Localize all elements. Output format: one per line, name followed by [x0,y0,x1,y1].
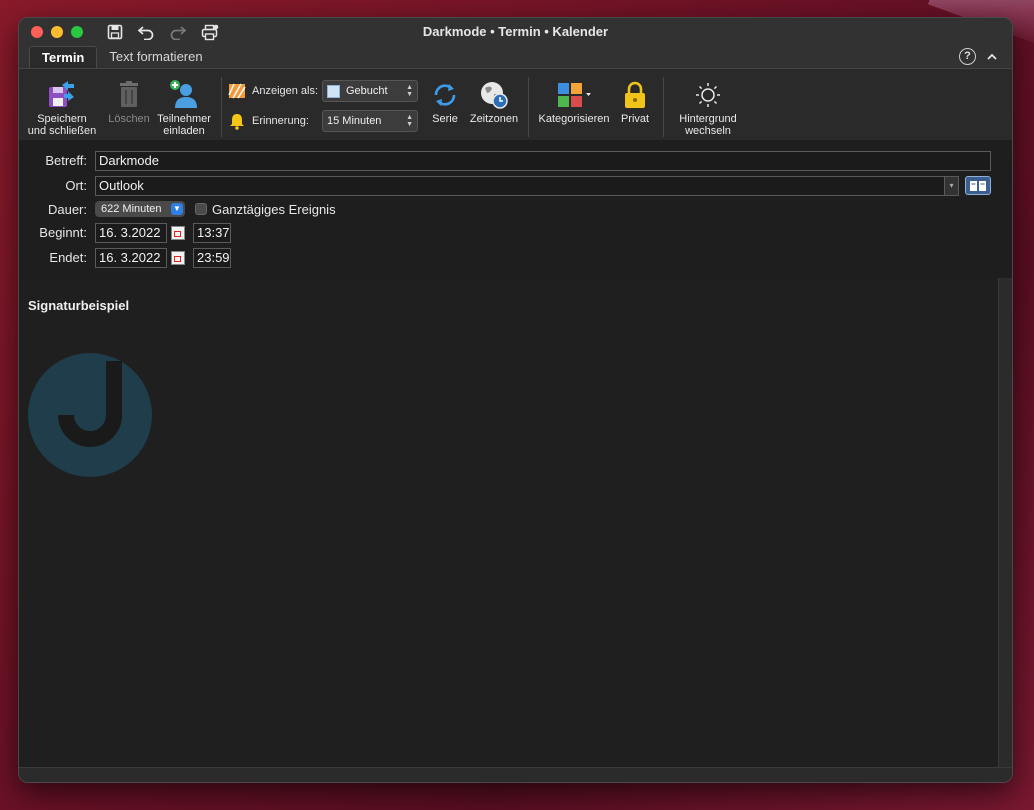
subject-input[interactable]: Darkmode [95,150,991,171]
undo-icon[interactable] [137,24,155,40]
series-button[interactable]: Serie [424,77,466,125]
location-dropdown-chevron-icon[interactable]: ▾ [945,175,959,196]
tab-termin[interactable]: Termin [29,46,98,68]
globe-clock-icon [481,82,508,109]
show-as-icon [228,83,246,99]
duration-select[interactable]: 622 Minuten ▼ [95,201,185,217]
start-time-input[interactable]: 13:37 [193,222,231,243]
show-as-reminder-group: Anzeigen als: Gebucht ▲ ▼ Erinnerung: 15 … [228,79,418,133]
close-window-button[interactable] [31,26,43,38]
ribbon-tabs: Termin Text formatieren ? [19,46,1012,68]
tab-text-formatieren[interactable]: Text formatieren [97,46,214,68]
recurrence-icon [434,84,456,106]
stepper-arrows-icon: ▲ ▼ [406,84,413,98]
title-bar: Darkmode • Termin • Kalender [19,18,1012,46]
ribbon-separator [221,77,222,137]
ribbon-tab-controls: ? [959,48,998,65]
event-form: Betreff: Darkmode Ort: Outlook ▾ Dauer: … [19,140,1012,279]
quick-access-toolbar [107,24,219,41]
allday-label: Ganztägiges Ereignis [212,201,336,217]
duration-row: Dauer: 622 Minuten ▼ Ganztägiges Ereigni… [47,201,336,217]
end-calendar-icon[interactable] [171,250,185,265]
reminder-select[interactable]: 15 Minuten ▲ ▼ [322,110,418,132]
reminder-row: Erinnerung: 15 Minuten ▲ ▼ [228,109,418,133]
signature-logo-icon [28,353,152,477]
start-row: Beginnt: 16. 3.2022 13:37 [19,220,1012,245]
save-and-close-icon [49,81,74,107]
ribbon-separator [528,77,529,137]
save-icon[interactable] [107,24,123,40]
start-date-input[interactable]: 16. 3.2022 [95,222,167,243]
categories-icon [558,83,591,107]
collapse-ribbon-chevron-icon[interactable] [986,52,998,62]
event-body-editor[interactable]: Signaturbeispiel [19,278,999,769]
save-and-close-button[interactable]: Speichern und schließen [19,77,105,137]
signature-title: Signaturbeispiel [28,298,130,313]
categorize-button[interactable]: Kategorisieren [535,77,613,125]
switch-background-button[interactable]: Hintergrund wechseln [670,77,746,137]
end-time-input[interactable]: 23:59 [193,247,231,268]
ribbon-toolbar: Speichern und schließen Löschen Teilnehm… [19,68,1012,140]
show-as-select[interactable]: Gebucht ▲ ▼ [322,80,418,102]
minimize-window-button[interactable] [51,26,63,38]
vertical-scrollbar[interactable] [998,278,1012,769]
end-row: Endet: 16. 3.2022 23:59 [19,245,1012,270]
trash-icon [120,81,138,107]
private-button[interactable]: Privat [613,77,657,125]
subject-row: Betreff: Darkmode [19,148,1012,173]
chevron-down-icon: ▼ [171,203,183,215]
timezones-button[interactable]: Zeitzonen [466,77,522,125]
stepper-arrows-icon: ▲ ▼ [406,114,413,128]
window-controls [31,26,83,38]
room-finder-button[interactable] [965,176,991,195]
invite-attendees-button[interactable]: Teilnehmer einladen [153,77,215,137]
horizontal-scrollbar[interactable] [19,767,1012,782]
show-as-row: Anzeigen als: Gebucht ▲ ▼ [228,79,418,103]
outlook-event-window: Darkmode • Termin • Kalender Termin Text… [18,17,1013,783]
allday-checkbox[interactable] [195,203,207,215]
lock-icon [625,81,645,108]
end-date-input[interactable]: 16. 3.2022 [95,247,167,268]
help-icon[interactable]: ? [959,48,976,65]
sun-icon [696,83,720,107]
busy-status-swatch [327,84,340,98]
address-book-icon [970,180,986,191]
add-person-icon [170,80,197,108]
redo-icon[interactable] [169,24,187,40]
zoom-window-button[interactable] [71,26,83,38]
location-row: Ort: Outlook ▾ [19,173,1012,198]
delete-button[interactable]: Löschen [105,77,153,125]
start-calendar-icon[interactable] [171,225,185,240]
ribbon-separator [663,77,664,137]
bell-icon [230,114,244,130]
location-input[interactable]: Outlook [95,175,945,196]
print-icon[interactable] [201,24,219,41]
